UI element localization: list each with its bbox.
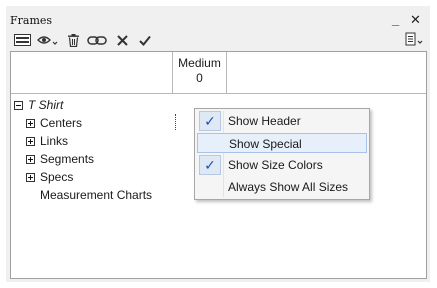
clipboard-dropdown-icon[interactable] (405, 32, 425, 48)
cell-focus-indicator (175, 114, 177, 130)
menu-item-label: Always Show All Sizes (228, 180, 349, 194)
column-header-medium[interactable]: Medium 0 (173, 56, 226, 86)
menu-item-show-special[interactable]: Show Special (197, 133, 367, 153)
header-divider (11, 93, 426, 94)
context-menu: ✓ Show Header Show Special ✓ Show Size C… (194, 108, 370, 200)
menu-item-show-header[interactable]: ✓ Show Header (197, 111, 367, 131)
menu-item-label: Show Size Colors (228, 158, 323, 172)
checkmark-icon[interactable] (137, 32, 153, 48)
tree-label: Centers (40, 116, 83, 130)
menu-item-show-size-colors[interactable]: ✓ Show Size Colors (197, 155, 367, 175)
tree-label: Measurement Charts (40, 188, 153, 202)
column-header-value: 0 (196, 71, 203, 85)
expand-icon[interactable] (26, 173, 35, 182)
expand-icon[interactable] (26, 137, 35, 146)
tree-label: Links (40, 134, 69, 148)
close-button[interactable]: ✕ (410, 13, 421, 26)
eye-dropdown-icon[interactable] (36, 32, 60, 48)
column-header-label: Medium (178, 56, 221, 70)
tree-label: T Shirt (28, 98, 64, 112)
tree-label: Specs (40, 170, 74, 184)
toolbar (6, 32, 430, 50)
trash-icon[interactable] (65, 32, 81, 48)
column-divider (226, 52, 227, 93)
minimize-button[interactable]: _ (392, 13, 399, 26)
check-icon: ✓ (199, 155, 221, 175)
check-icon: ✓ (199, 111, 221, 131)
menu-item-label: Show Special (229, 137, 302, 151)
link-icon[interactable] (86, 32, 108, 48)
expand-icon[interactable] (26, 155, 35, 164)
panel-title: Frames (10, 14, 53, 27)
delete-x-icon[interactable] (114, 32, 130, 48)
collapse-icon[interactable] (14, 101, 23, 110)
list-view-icon[interactable] (12, 32, 32, 48)
expand-icon[interactable] (26, 119, 35, 128)
menu-item-always-show-all-sizes[interactable]: Always Show All Sizes (197, 177, 367, 197)
menu-item-label: Show Header (228, 114, 301, 128)
tree-label: Segments (40, 152, 95, 166)
